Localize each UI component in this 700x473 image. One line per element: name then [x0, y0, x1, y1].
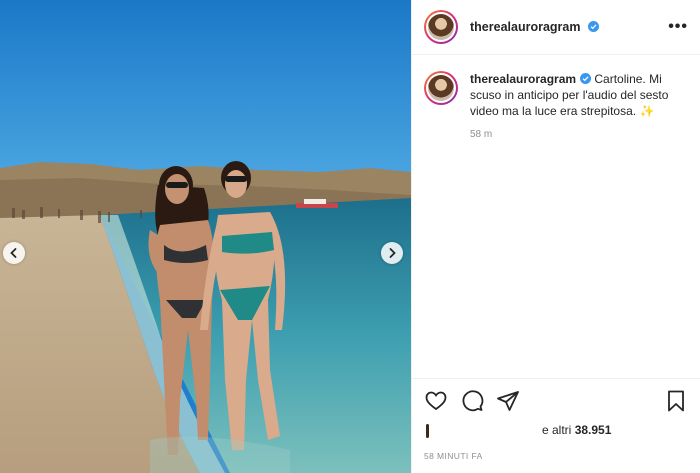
caption-text: therealauroragram Cartoline. Mi scuso in…: [470, 71, 670, 119]
heart-icon[interactable]: [424, 389, 448, 413]
caption-time[interactable]: 58 m: [470, 129, 688, 140]
chevron-left-icon: [10, 248, 17, 258]
previous-photo-button[interactable]: [3, 242, 25, 264]
caption: therealauroragram Cartoline. Mi scuso in…: [424, 71, 688, 119]
header-username-text[interactable]: therealauroragram: [470, 20, 580, 34]
comment-icon[interactable]: [460, 389, 484, 413]
post-actions: e altri 38.951 58 MINUTI FA: [412, 378, 700, 461]
more-options-button[interactable]: •••: [668, 19, 688, 35]
avatar[interactable]: [424, 10, 458, 44]
verified-badge-icon: [587, 21, 599, 32]
header-username[interactable]: therealauroragram: [470, 20, 599, 34]
verified-badge-icon: [580, 73, 592, 84]
post-header: therealauroragram •••: [412, 0, 700, 55]
paper-plane-icon[interactable]: [496, 389, 520, 413]
liker-avatar: [426, 424, 429, 438]
post-media[interactable]: [0, 0, 411, 473]
chevron-right-icon: [389, 248, 396, 258]
bookmark-icon[interactable]: [664, 389, 688, 413]
likes-count: 38.951: [574, 423, 612, 437]
post-timestamp[interactable]: 58 MINUTI FA: [424, 451, 688, 461]
likes-summary[interactable]: e altri 38.951: [424, 423, 688, 439]
caption-username[interactable]: therealauroragram: [470, 72, 576, 86]
caption-avatar[interactable]: [424, 71, 458, 105]
next-photo-button[interactable]: [381, 242, 403, 264]
action-bar: [424, 389, 688, 413]
beach-photo: [0, 0, 411, 473]
sparkles-emoji: ✨: [639, 104, 655, 118]
post-sidebar: therealauroragram ••• therealauroragram …: [411, 0, 700, 473]
likes-prefix: e altri: [542, 423, 572, 437]
comments-section: therealauroragram Cartoline. Mi scuso in…: [412, 55, 700, 140]
